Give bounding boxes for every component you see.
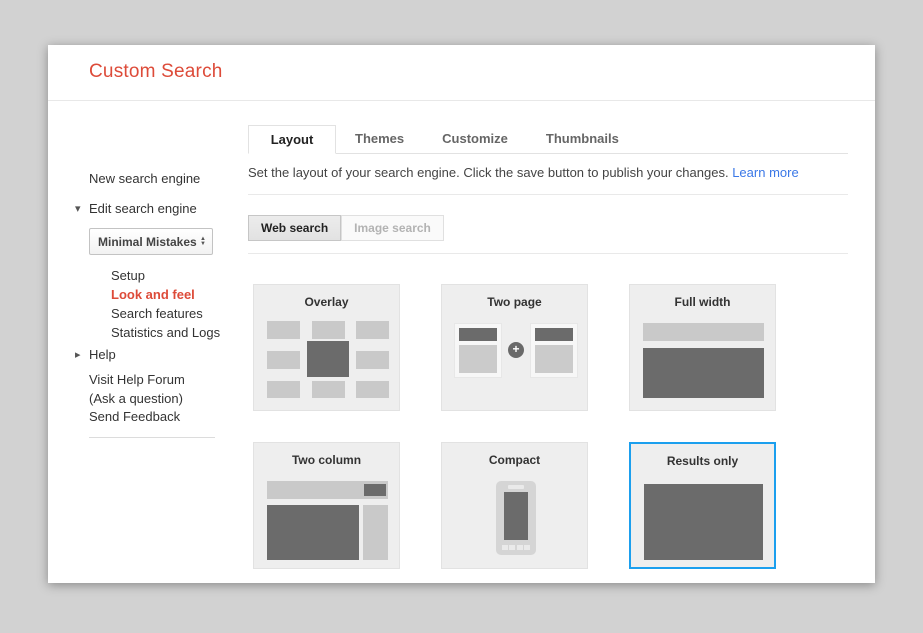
layout-option-results-only[interactable]: Results only xyxy=(629,442,776,569)
diagram-overlay-box xyxy=(307,341,349,377)
layout-title-results-only: Results only xyxy=(631,454,774,468)
engine-select-value: Minimal Mistakes xyxy=(98,235,197,249)
tab-thumbnails[interactable]: Thumbnails xyxy=(527,125,638,153)
phone-button xyxy=(509,545,515,550)
diagram-page xyxy=(530,323,578,378)
help-label: Help xyxy=(89,347,116,362)
diagram-side-column xyxy=(363,505,388,560)
plus-icon: + xyxy=(508,342,524,358)
sidebar-item-search-features[interactable]: Search features xyxy=(111,304,220,323)
header: Custom Search xyxy=(48,45,875,101)
main-content: Layout Themes Customize Thumbnails Set t… xyxy=(248,101,848,569)
caret-down-icon: ▾ xyxy=(75,202,89,215)
sidebar-item-setup[interactable]: Setup xyxy=(111,266,220,285)
diagram-page xyxy=(454,323,502,378)
engine-select[interactable]: Minimal Mistakes ▲ ▼ xyxy=(89,228,213,255)
sidebar-item-look-and-feel[interactable]: Look and feel xyxy=(111,285,220,304)
layout-option-two-page[interactable]: Two page + xyxy=(441,284,588,411)
layout-option-compact[interactable]: Compact xyxy=(441,442,588,569)
custom-search-window: Custom Search New search engine ▾ Edit s… xyxy=(48,45,875,583)
diagram-search-button xyxy=(364,484,386,496)
sidebar-item-visit-help-forum[interactable]: Visit Help Forum (Ask a question) xyxy=(89,370,185,408)
sidebar-item-help[interactable]: ▸ Help xyxy=(75,347,116,362)
phone-icon xyxy=(496,481,536,555)
image-search-button[interactable]: Image search xyxy=(341,215,444,241)
phone-button xyxy=(502,545,508,550)
caret-right-icon: ▸ xyxy=(75,348,89,361)
description: Set the layout of your search engine. Cl… xyxy=(248,165,848,181)
tab-customize[interactable]: Customize xyxy=(423,125,527,153)
search-type-toggle: Web search Image search xyxy=(248,215,848,241)
diagram-page-body xyxy=(535,345,573,373)
sidebar-item-send-feedback[interactable]: Send Feedback xyxy=(89,409,180,424)
sidebar-item-statistics-and-logs[interactable]: Statistics and Logs xyxy=(111,323,220,342)
visit-help-forum-line2: (Ask a question) xyxy=(89,389,185,408)
tab-themes[interactable]: Themes xyxy=(336,125,423,153)
diagram-tile xyxy=(356,321,389,339)
layout-title-two-page: Two page xyxy=(442,295,587,309)
diagram-results-area xyxy=(644,484,763,560)
sidebar-item-new-search-engine[interactable]: New search engine xyxy=(89,171,200,186)
sidebar: New search engine ▾ Edit search engine M… xyxy=(48,101,248,583)
layout-option-two-column[interactable]: Two column xyxy=(253,442,400,569)
layout-title-two-column: Two column xyxy=(254,453,399,467)
diagram-results-area xyxy=(643,348,764,398)
select-arrows-icon: ▲ ▼ xyxy=(200,237,206,247)
diagram-tile xyxy=(267,351,300,369)
description-text: Set the layout of your search engine. Cl… xyxy=(248,165,729,180)
diagram-tile xyxy=(312,381,345,398)
select-down-arrow: ▼ xyxy=(200,242,206,247)
layout-option-full-width[interactable]: Full width xyxy=(629,284,776,411)
sidebar-item-edit-search-engine[interactable]: ▾ Edit search engine xyxy=(75,201,197,216)
layout-option-overlay[interactable]: Overlay xyxy=(253,284,400,411)
phone-screen xyxy=(504,492,528,540)
phone-buttons xyxy=(496,545,536,550)
phone-button xyxy=(524,545,530,550)
diagram-results-area xyxy=(267,505,359,560)
diagram-tile xyxy=(356,381,389,398)
tab-bar: Layout Themes Customize Thumbnails xyxy=(248,125,848,154)
diagram-page-body xyxy=(459,345,497,373)
phone-speaker-slot xyxy=(508,485,524,489)
diagram-tile xyxy=(267,321,300,339)
diagram-tile xyxy=(356,351,389,369)
diagram-page-header xyxy=(535,328,573,341)
layout-title-full-width: Full width xyxy=(630,295,775,309)
phone-button xyxy=(517,545,523,550)
page-title: Custom Search xyxy=(89,61,223,83)
tab-layout[interactable]: Layout xyxy=(248,125,336,154)
diagram-search-bar xyxy=(643,323,764,341)
diagram-tile xyxy=(267,381,300,398)
layout-title-overlay: Overlay xyxy=(254,295,399,309)
edit-sub-menu: Setup Look and feel Search features Stat… xyxy=(111,266,220,342)
diagram-page-header xyxy=(459,328,497,341)
layout-options-grid: Overlay Two page xyxy=(253,284,848,569)
sidebar-divider xyxy=(89,437,215,438)
diagram-tile xyxy=(312,321,345,339)
web-search-button[interactable]: Web search xyxy=(248,215,341,241)
divider-bottom xyxy=(248,253,848,254)
learn-more-link[interactable]: Learn more xyxy=(732,165,798,180)
divider-top xyxy=(248,194,848,195)
edit-search-engine-label: Edit search engine xyxy=(89,201,197,216)
layout-title-compact: Compact xyxy=(442,453,587,467)
visit-help-forum-line1: Visit Help Forum xyxy=(89,370,185,389)
